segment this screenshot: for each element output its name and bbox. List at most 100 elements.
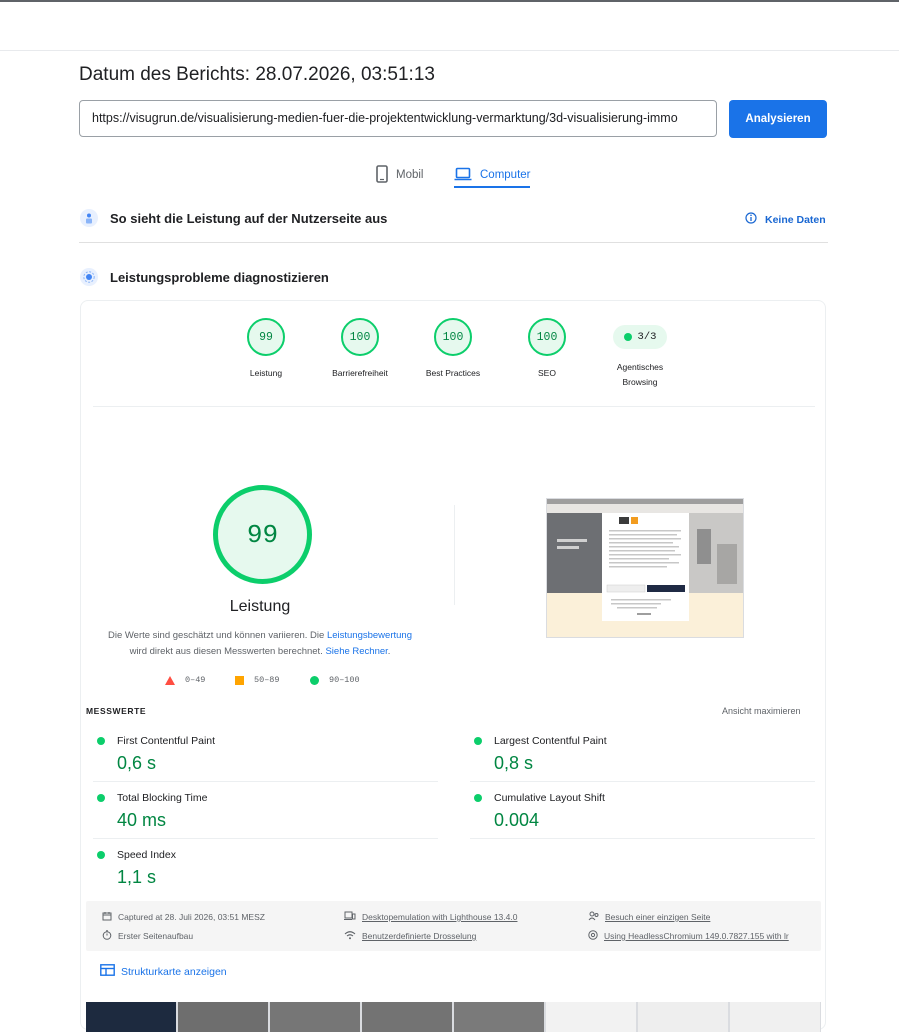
pass-circle-icon — [97, 737, 105, 745]
group-icon — [588, 911, 599, 923]
gauge-seo-score: 100 — [528, 318, 566, 356]
metric-divider — [93, 838, 438, 839]
pass-circle-icon — [474, 794, 482, 802]
gauge-performance-score: 99 — [247, 318, 285, 356]
gauge-performance-label: Leistung — [249, 368, 283, 378]
gauge-best-practices-label: Best Practices — [425, 368, 481, 378]
metric-tbt: Total Blocking Time 40 ms — [97, 792, 397, 831]
filmstrip-frame — [546, 1002, 636, 1032]
lab-flask-icon — [80, 268, 98, 286]
emulation-text: Desktopemulation with Lighthouse 13.4.0 — [362, 912, 518, 922]
agentic-pill: 3/3 — [613, 325, 667, 349]
filmstrip-frame — [638, 1002, 728, 1032]
field-data-section: So sieht die Leistung auf der Nutzerseit… — [80, 209, 387, 227]
pass-dot-icon — [623, 333, 632, 341]
first-load-text: Erster Seitenaufbau — [118, 931, 194, 941]
treemap-icon — [100, 964, 115, 979]
analyze-button[interactable]: Analysieren — [729, 100, 827, 138]
agentic-label-line2: Browsing — [622, 377, 658, 387]
metric-cls-value: 0.004 — [494, 810, 540, 830]
lab-data-title: Leistungsprobleme diagnostizieren — [110, 269, 329, 285]
calendar-icon — [102, 911, 112, 923]
captured-text: Captured at 28. Juli 2026, 03:51 MESZ — [118, 912, 265, 922]
agentic-value: 3/3 — [637, 331, 657, 343]
average-square-icon — [235, 675, 244, 685]
no-data-label: Keine Daten — [765, 213, 826, 226]
filmstrip — [86, 1002, 821, 1032]
run-info-emulation[interactable]: Desktopemulation with Lighthouse 13.4.0 — [344, 911, 517, 923]
gauge-best-practices[interactable]: 100 Best Practices — [418, 318, 488, 381]
gauge-best-practices-score: 100 — [434, 318, 472, 356]
note-text: Die Werte sind geschätzt und können vari… — [107, 630, 327, 641]
treemap-button[interactable]: Strukturkarte anzeigen — [100, 964, 227, 979]
section-divider — [79, 242, 828, 243]
chrome-icon — [588, 930, 598, 942]
legend-average-label: 50–89 — [254, 675, 280, 685]
metric-speed-index: Speed Index 1,1 s — [97, 849, 397, 888]
metric-tbt-value: 40 ms — [117, 810, 167, 830]
browser-text: Using HeadlessChromium 149.0.7827.155 wi… — [604, 931, 789, 941]
window-top-border — [0, 0, 899, 2]
treemap-label: Strukturkarte anzeigen — [121, 965, 227, 978]
throttling-text: Benutzerdefinierte Drosselung — [362, 931, 477, 941]
expand-view-toggle[interactable]: Ansicht maximieren — [722, 706, 801, 716]
gauge-seo-label: SEO — [538, 368, 556, 378]
session-text: Besuch einer einzigen Seite — [605, 912, 711, 922]
metric-cls: Cumulative Layout Shift 0.004 — [474, 792, 774, 831]
metric-divider — [470, 781, 815, 782]
tab-mobile[interactable]: Mobil — [376, 160, 423, 190]
tab-mobile-label: Mobil — [396, 169, 424, 181]
metric-cls-label: Cumulative Layout Shift — [494, 792, 605, 804]
people-icon — [80, 209, 98, 227]
info-icon — [745, 212, 757, 227]
fail-triangle-icon — [165, 675, 175, 685]
metric-si-label: Speed Index — [117, 849, 176, 861]
final-screenshot-thumbnail[interactable] — [546, 498, 744, 638]
scoring-link[interactable]: Leistungsbewertung — [327, 630, 412, 641]
run-info-session[interactable]: Besuch einer einzigen Seite — [588, 911, 710, 923]
desktop-device-icon — [344, 911, 356, 923]
gauge-accessibility[interactable]: 100 Barrierefreiheit — [325, 318, 395, 381]
performance-score-gauge: 99 — [213, 485, 312, 584]
filmstrip-frame — [730, 1002, 820, 1032]
legend-pass-label: 90–100 — [329, 675, 360, 685]
active-tab-indicator — [454, 186, 530, 188]
gauge-seo[interactable]: 100 SEO — [512, 318, 582, 381]
lab-data-section: Leistungsprobleme diagnostizieren — [80, 268, 329, 286]
wifi-icon — [344, 930, 356, 942]
metric-lcp: Largest Contentful Paint 0,8 s — [474, 735, 774, 774]
metric-lcp-value: 0,8 s — [494, 753, 534, 773]
filmstrip-frame — [362, 1002, 452, 1032]
gauges-divider — [93, 406, 815, 407]
calculator-link[interactable]: Siehe Rechner — [325, 646, 387, 657]
legend-average: 50–89 — [235, 675, 280, 685]
metrics-header: MESSWERTE — [86, 706, 147, 716]
report-date: Datum des Berichts: 28.07.2026, 03:51:13 — [79, 64, 435, 85]
gauge-performance[interactable]: 99 Leistung — [231, 318, 301, 381]
metric-divider — [93, 781, 438, 782]
gauge-accessibility-label: Barrierefreiheit — [332, 368, 388, 378]
filmstrip-frame — [178, 1002, 268, 1032]
pass-circle-icon — [474, 737, 482, 745]
run-info-box — [86, 901, 821, 951]
metric-tbt-label: Total Blocking Time — [117, 792, 208, 804]
pass-circle-icon — [97, 851, 105, 859]
gauge-agentic-browsing[interactable]: 3/3 Agentisches Browsing — [605, 320, 675, 390]
run-info-captured: Captured at 28. Juli 2026, 03:51 MESZ — [102, 911, 265, 923]
legend-fail-label: 0–49 — [185, 675, 206, 685]
filmstrip-frame — [270, 1002, 360, 1032]
smartphone-icon — [376, 164, 388, 186]
url-input[interactable]: https://visugrun.de/visualisierung-medie… — [79, 100, 717, 137]
metric-fcp-label: First Contentful Paint — [117, 735, 216, 747]
field-data-title: So sieht die Leistung auf der Nutzerseit… — [110, 210, 388, 226]
metric-fcp: First Contentful Paint 0,6 s — [97, 735, 397, 774]
no-data-status[interactable]: Keine Daten — [745, 212, 826, 227]
laptop-icon — [454, 167, 472, 184]
metric-divider — [470, 838, 815, 839]
note-text-2: wird direkt aus diesen Messwerten berech… — [129, 646, 326, 657]
run-info-browser[interactable]: Using HeadlessChromium 149.0.7827.155 wi… — [588, 930, 789, 942]
page-preview-image — [547, 499, 743, 637]
legend-pass: 90–100 — [310, 675, 360, 685]
metric-fcp-value: 0,6 s — [117, 753, 157, 773]
run-info-throttling[interactable]: Benutzerdefinierte Drosselung — [344, 930, 476, 942]
